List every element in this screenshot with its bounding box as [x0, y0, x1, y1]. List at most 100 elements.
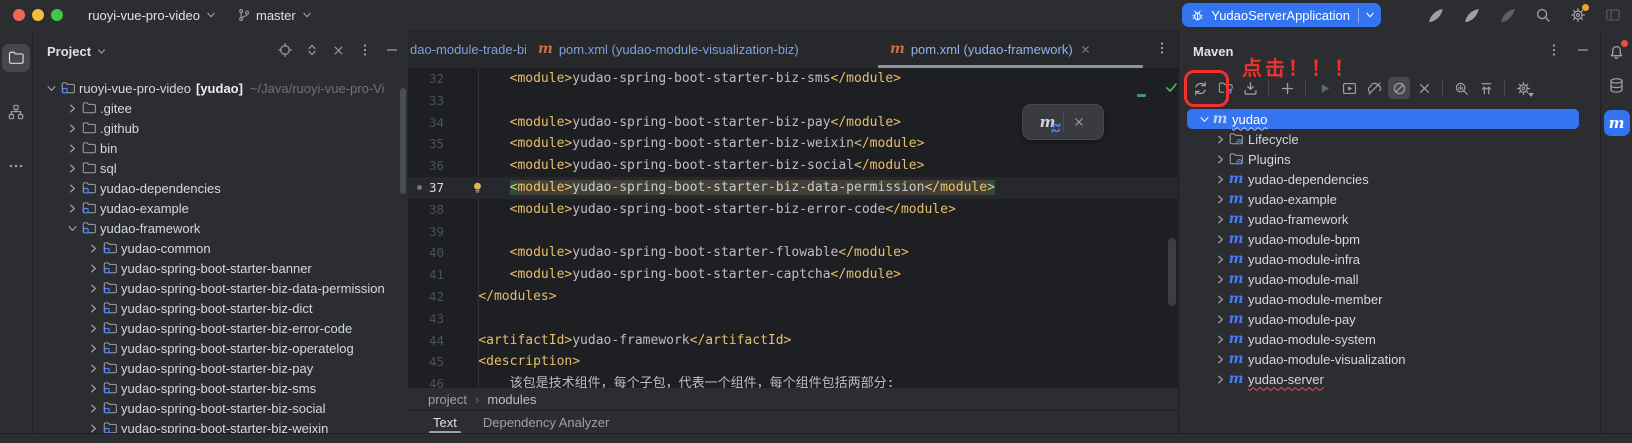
maven-tree-item[interactable]: myudao-framework: [1179, 209, 1601, 229]
tree-item[interactable]: .github: [33, 118, 408, 138]
maven-settings-button[interactable]: [1512, 77, 1534, 99]
module-folder-icon: [102, 260, 118, 276]
tree-item[interactable]: yudao-common: [33, 238, 408, 258]
tree-item[interactable]: sql: [33, 158, 408, 178]
zoom-window-button[interactable]: [51, 9, 63, 21]
notifications-button[interactable]: [1607, 42, 1626, 61]
inspections-ok-icon[interactable]: [1164, 80, 1178, 95]
tree-item[interactable]: bin: [33, 138, 408, 158]
close-icon[interactable]: [1072, 115, 1086, 129]
debug-button[interactable]: [1462, 6, 1481, 25]
locate-file-button[interactable]: [277, 42, 293, 58]
search-everywhere-button[interactable]: [1534, 6, 1552, 24]
code-line[interactable]: 36<module>yudao-spring-boot-starter-biz-…: [408, 155, 1178, 177]
code-line[interactable]: 45<description>: [408, 351, 1178, 373]
close-button[interactable]: [331, 43, 346, 58]
project-switcher[interactable]: ruoyi-vue-pro-video: [88, 8, 218, 23]
tree-item[interactable]: yudao-example: [33, 198, 408, 218]
editor-tab[interactable]: mpom.xml (yudao-module-visualization-biz…: [526, 30, 826, 68]
maven-tool-button[interactable]: m: [1604, 110, 1630, 136]
maven-tree-item[interactable]: myudao-module-bpm: [1179, 229, 1601, 249]
tree-item[interactable]: yudao-spring-boot-starter-biz-social: [33, 398, 408, 418]
maven-tree-item[interactable]: myudao-example: [1179, 189, 1601, 209]
tree-item[interactable]: .gitee: [33, 98, 408, 118]
breadcrumb-modules[interactable]: modules: [487, 392, 536, 407]
run-configuration-button[interactable]: YudaoServerApplication: [1182, 3, 1381, 27]
maven-item-label: yudao: [1232, 112, 1267, 127]
code-line[interactable]: 41<module>yudao-spring-boot-starter-capt…: [408, 264, 1178, 286]
tree-item[interactable]: yudao-spring-boot-starter-biz-sms: [33, 378, 408, 398]
code-text: <module>yudao-spring-boot-starter-biz-da…: [510, 177, 995, 199]
maven-tree-item[interactable]: myudao-module-member: [1179, 289, 1601, 309]
code-line[interactable]: 44<artifactId>yudao-framework</artifactI…: [408, 330, 1178, 352]
generate-sources-button[interactable]: [1214, 77, 1236, 99]
tree-item[interactable]: yudao-spring-boot-starter-biz-operatelog: [33, 338, 408, 358]
tree-item[interactable]: yudao-dependencies: [33, 178, 408, 198]
ignore-projects-button[interactable]: [1413, 77, 1435, 99]
maven-tree-item[interactable]: Lifecycle: [1179, 129, 1601, 149]
code-line[interactable]: 43: [408, 308, 1178, 330]
tree-item[interactable]: yudao-spring-boot-starter-biz-dict: [33, 298, 408, 318]
maven-tree-item[interactable]: myudao-module-mall: [1179, 269, 1601, 289]
more-tools-button[interactable]: [2, 152, 30, 180]
tab-text[interactable]: Text: [433, 411, 457, 434]
hide-panel-button[interactable]: [384, 42, 400, 58]
layout-icon[interactable]: [1604, 6, 1622, 24]
chevron-down-icon[interactable]: [1363, 8, 1377, 22]
maven-tree-item[interactable]: myudao-dependencies: [1179, 169, 1601, 189]
tree-item[interactable]: yudao-spring-boot-starter-biz-data-permi…: [33, 278, 408, 298]
branch-switcher[interactable]: master: [236, 7, 314, 23]
tree-item[interactable]: yudao-spring-boot-starter-biz-error-code: [33, 318, 408, 338]
tab-dependency-analyzer[interactable]: Dependency Analyzer: [483, 411, 609, 434]
lightbulb-icon[interactable]: [470, 180, 485, 195]
reload-projects-button[interactable]: [1189, 77, 1211, 99]
minimize-window-button[interactable]: [32, 9, 44, 21]
skip-tests-icon: [1391, 80, 1408, 97]
tree-item[interactable]: yudao-framework: [33, 218, 408, 238]
editor-tab[interactable]: mpom.xml (yudao-framework): [878, 30, 1143, 68]
maven-tree-item[interactable]: myudao-server: [1179, 369, 1601, 389]
project-scrollbar[interactable]: [400, 88, 406, 194]
code-line[interactable]: 38<module>yudao-spring-boot-starter-biz-…: [408, 199, 1178, 221]
analyze-dependencies-button[interactable]: [1450, 77, 1472, 99]
options-menu-button[interactable]: [357, 42, 373, 58]
line-number: 38: [408, 199, 444, 221]
database-tool-button[interactable]: [1607, 76, 1626, 95]
collapse-all-button[interactable]: [1475, 77, 1497, 99]
add-maven-project-icon: [1279, 80, 1296, 97]
code-line[interactable]: 40<module>yudao-spring-boot-starter-flow…: [408, 242, 1178, 264]
breadcrumb-project[interactable]: project: [428, 392, 467, 407]
structure-tool-button[interactable]: [2, 98, 30, 126]
maven-tree-item[interactable]: Plugins: [1179, 149, 1601, 169]
code-line[interactable]: 39: [408, 221, 1178, 243]
code-line[interactable]: 46该包是技术组件，每个子包，代表一个组件，每个组件包括两部分:: [408, 373, 1178, 388]
project-panel-title[interactable]: Project: [47, 44, 108, 59]
project-root-item[interactable]: ruoyi-vue-pro-video[yudao]~/Java/ruoyi-v…: [33, 78, 408, 98]
close-window-button[interactable]: [13, 9, 25, 21]
run-button[interactable]: [1426, 6, 1445, 25]
settings-button[interactable]: [1569, 6, 1587, 24]
offline-mode-button[interactable]: [1363, 77, 1385, 99]
maven-tree-item[interactable]: myudao-module-visualization: [1179, 349, 1601, 369]
profiler-button[interactable]: [1498, 6, 1517, 25]
project-tool-button[interactable]: [2, 44, 30, 72]
code-line[interactable]: 32<module>yudao-spring-boot-starter-biz-…: [408, 68, 1178, 90]
close-tab-icon[interactable]: [1079, 43, 1092, 56]
skip-tests-button[interactable]: [1388, 77, 1410, 99]
maven-tree-item[interactable]: myudao-module-infra: [1179, 249, 1601, 269]
maven-tree-item[interactable]: myudao-module-pay: [1179, 309, 1601, 329]
maven-tree-item[interactable]: myudao: [1187, 109, 1579, 129]
maven-tree-item[interactable]: myudao-module-system: [1179, 329, 1601, 349]
expand-collapse-button[interactable]: [304, 42, 320, 58]
tree-item[interactable]: yudao-spring-boot-starter-banner: [33, 258, 408, 278]
editor-scrollbar[interactable]: [1168, 238, 1176, 306]
tree-item[interactable]: yudao-spring-boot-starter-biz-pay: [33, 358, 408, 378]
code-line[interactable]: 42</modules>: [408, 286, 1178, 308]
module-folder-icon: [102, 280, 118, 296]
editor-tab[interactable]: dao-module-trade-biz): [408, 30, 526, 68]
hide-panel-button[interactable]: [1575, 42, 1591, 58]
options-menu-button[interactable]: [1546, 42, 1562, 58]
maven-reload-popup[interactable]: m: [1022, 104, 1104, 140]
code-line[interactable]: 37<module>yudao-spring-boot-starter-biz-…: [408, 177, 1178, 199]
hidden-tabs-button[interactable]: [1154, 40, 1170, 56]
